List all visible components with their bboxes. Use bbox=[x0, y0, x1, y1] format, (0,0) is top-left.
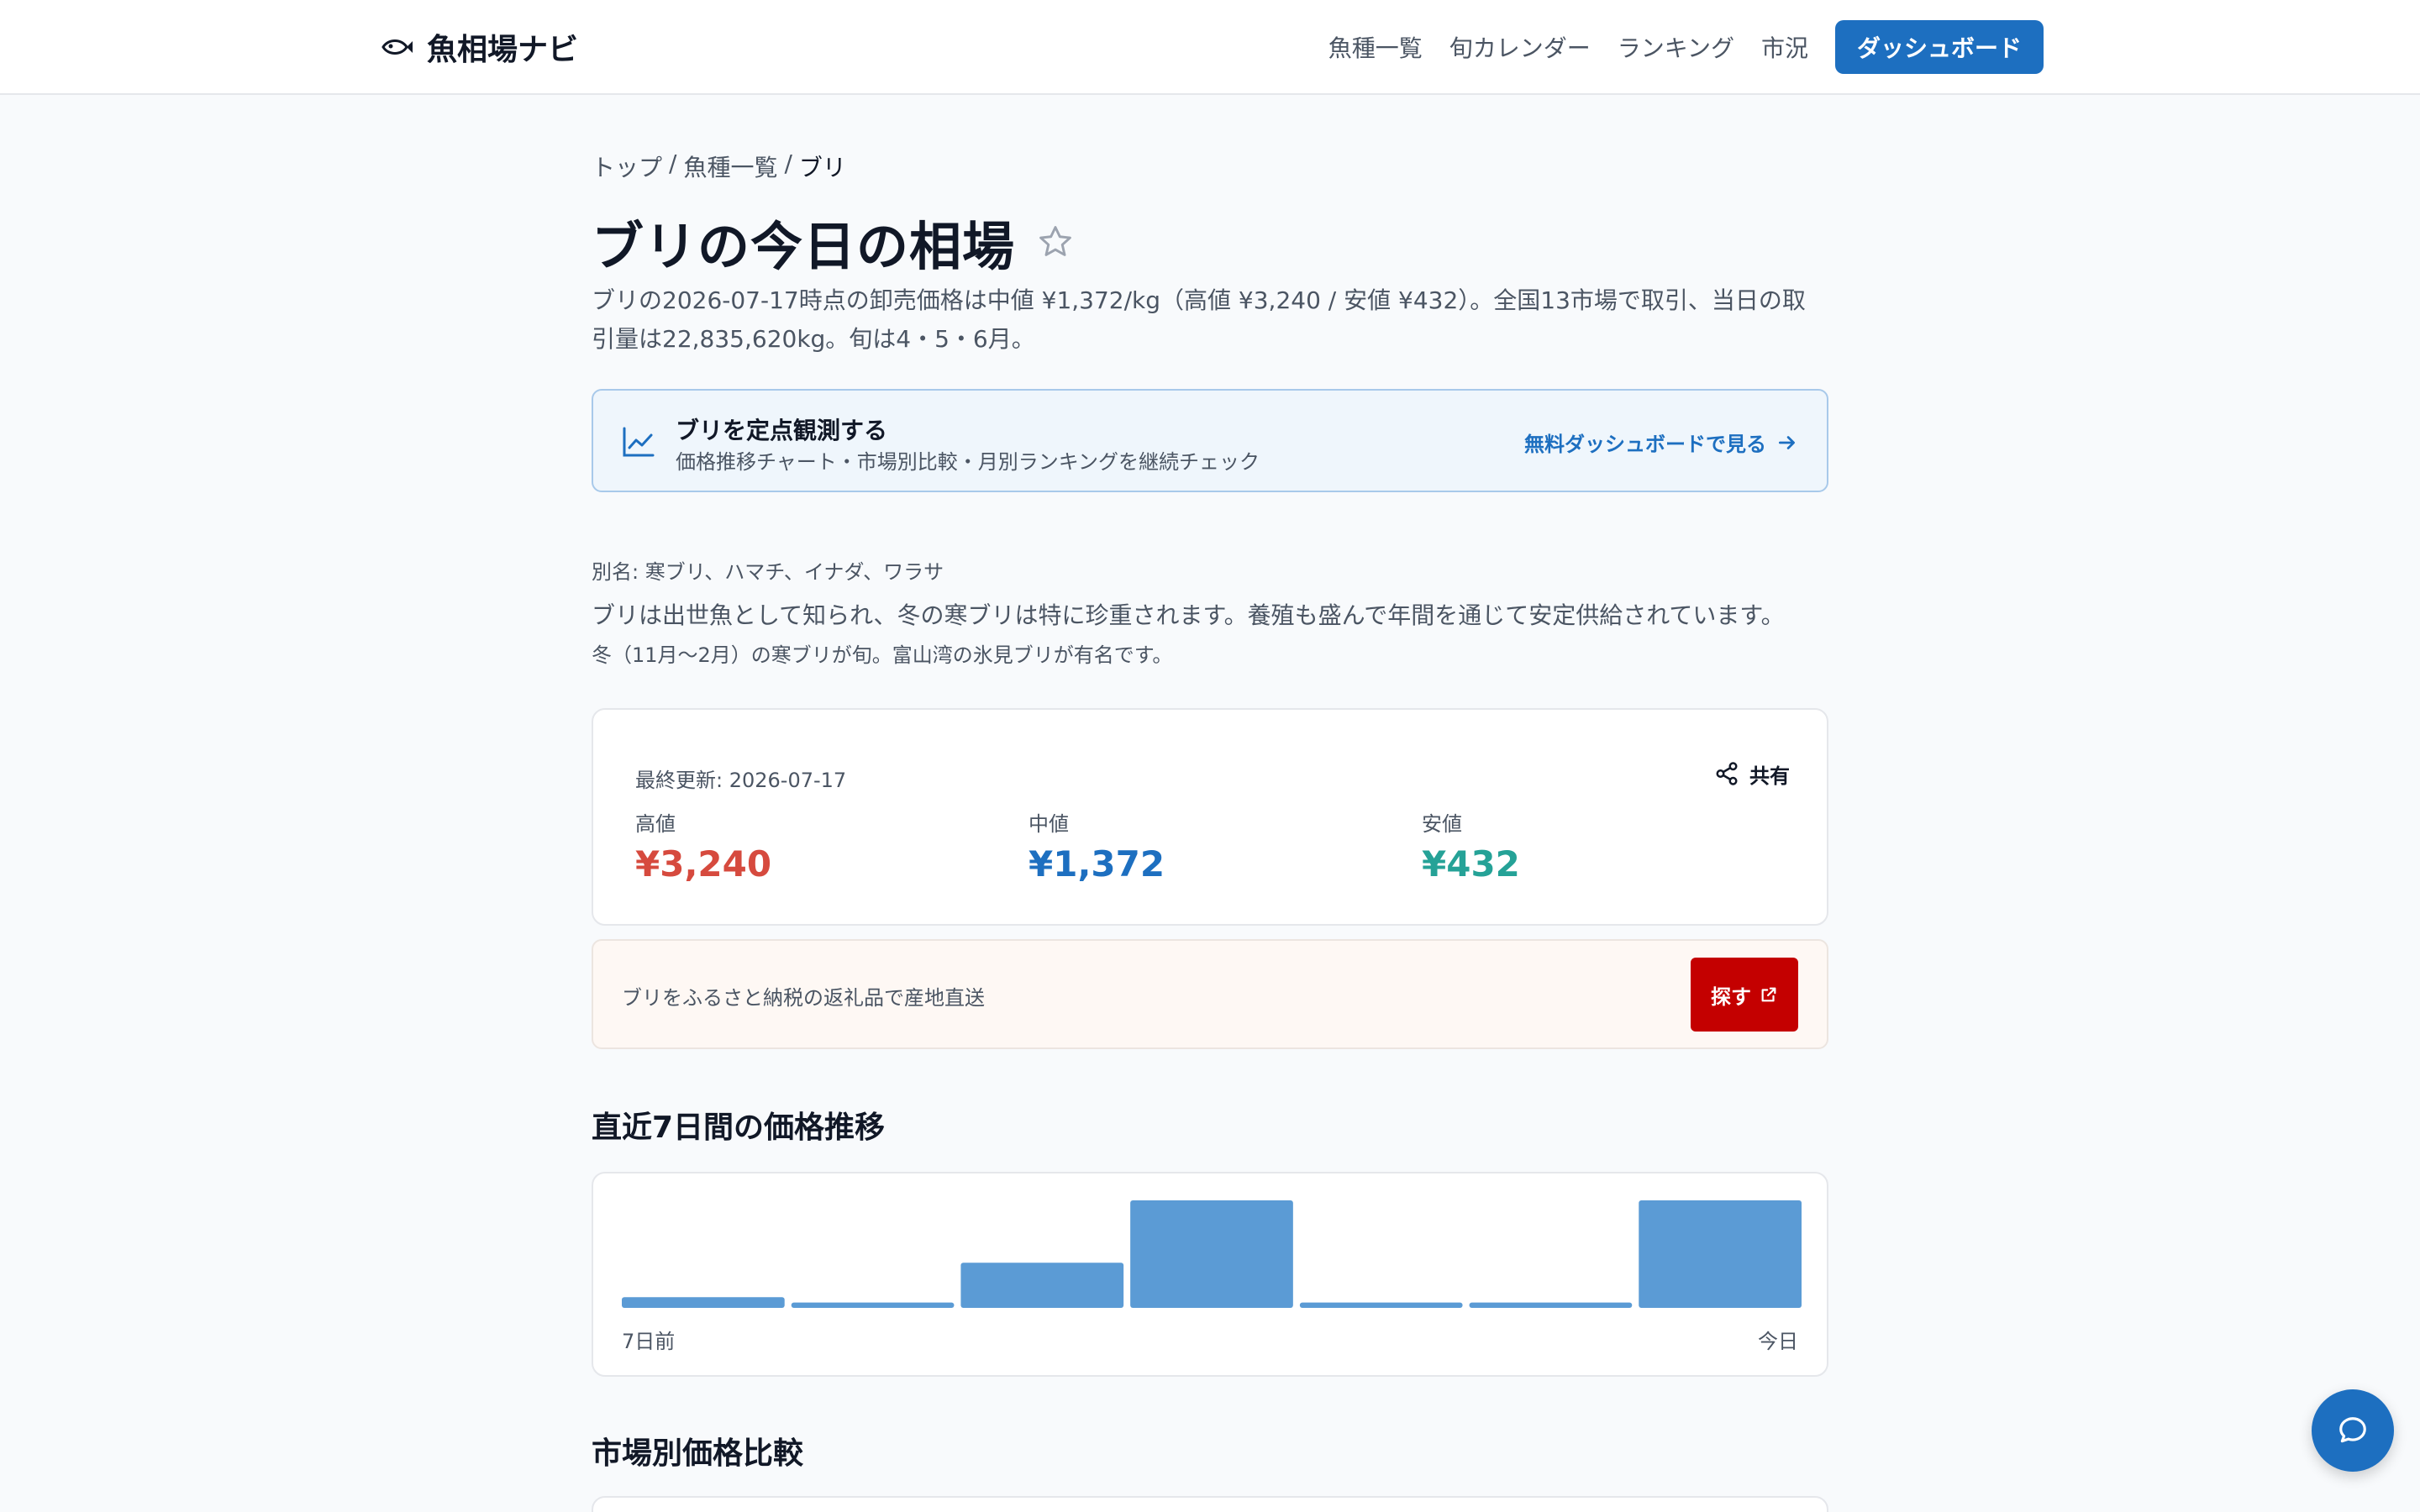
arrow-right-icon bbox=[1778, 435, 1795, 449]
chart-bar bbox=[960, 1263, 1124, 1308]
chart-bar bbox=[1639, 1200, 1802, 1308]
price-mid: 中値 ¥1,372 bbox=[1028, 807, 1165, 885]
star-icon[interactable] bbox=[1037, 223, 1074, 260]
nav-fish-list[interactable]: 魚種一覧 bbox=[1328, 30, 1423, 64]
nav-season-calendar[interactable]: 旬カレンダー bbox=[1449, 30, 1591, 64]
nav-ranking[interactable]: ランキング bbox=[1618, 30, 1734, 64]
furusato-banner: ブリをふるさと納税の返礼品で産地直送 探す bbox=[592, 939, 1828, 1049]
main-nav: 魚種一覧 旬カレンダー ランキング 市況 ダッシュボード bbox=[1328, 20, 2044, 74]
season-note: 冬（11月〜2月）の寒ブリが旬。富山湾の氷見ブリが有名です。 bbox=[592, 643, 1173, 667]
chart-bar bbox=[1299, 1302, 1463, 1308]
furusato-search-button[interactable]: 探す bbox=[1691, 958, 1798, 1032]
furusato-text: ブリをふるさと納税の返礼品で産地直送 bbox=[622, 986, 985, 1010]
nav-market[interactable]: 市況 bbox=[1761, 30, 1808, 64]
brand-name: 魚相場ナビ bbox=[427, 33, 579, 67]
brand-logo[interactable]: 魚相場ナビ bbox=[381, 24, 578, 71]
share-button[interactable]: 共有 bbox=[1714, 757, 1790, 790]
chart-bar bbox=[622, 1297, 785, 1308]
breadcrumb-fish-list[interactable]: 魚種一覧 bbox=[683, 150, 777, 183]
price-low-label: 安値 bbox=[1422, 812, 1462, 836]
price-mid-value: ¥1,372 bbox=[1028, 843, 1165, 885]
dashboard-button[interactable]: ダッシュボード bbox=[1834, 20, 2044, 74]
top-nav-bar: 魚相場ナビ 魚種一覧 旬カレンダー ランキング 市況 ダッシュボード bbox=[0, 0, 2420, 95]
line-chart-icon bbox=[623, 427, 655, 457]
breadcrumb-separator: / bbox=[784, 150, 792, 177]
share-label: 共有 bbox=[1749, 764, 1790, 788]
fish-aliases: 別名: 寒ブリ、ハマチ、イナダ、ワラサ bbox=[592, 560, 944, 584]
dashboard-promo-banner[interactable]: ブリを定点観測する 価格推移チャート・市場別比較・月別ランキングを継続チェック … bbox=[592, 389, 1828, 492]
price-trend-chart: 7日前 今日 bbox=[592, 1172, 1828, 1377]
page-title: ブリの今日の相場 bbox=[592, 216, 1016, 277]
chat-button[interactable] bbox=[2312, 1389, 2394, 1472]
chart-bar bbox=[1130, 1200, 1293, 1308]
breadcrumb-current: ブリ bbox=[798, 154, 846, 181]
market-section-title: 市場別価格比較 bbox=[592, 1436, 804, 1471]
furusato-button-label: 探す bbox=[1711, 984, 1751, 1009]
title-row: ブリの今日の相場 bbox=[592, 204, 1074, 280]
breadcrumb: トップ / 魚種一覧 / ブリ bbox=[592, 150, 846, 183]
external-link-icon bbox=[1761, 987, 1776, 1002]
price-card: 最終更新: 2026-07-17 共有 高値 ¥3,240 中値 ¥1,372 … bbox=[592, 708, 1828, 926]
breadcrumb-home[interactable]: トップ bbox=[592, 150, 662, 183]
price-high-label: 高値 bbox=[635, 812, 676, 836]
price-summary: ブリの2026-07-17時点の卸売価格は中値 ¥1,372/kg（高値 ¥3,… bbox=[592, 286, 1806, 353]
x-axis-start-label: 7日前 bbox=[622, 1330, 676, 1353]
fish-description: ブリは出世魚として知られ、冬の寒ブリは特に珍重されます。養殖も盛んで年間を通じて… bbox=[592, 601, 1785, 629]
trend-section-title: 直近7日間の価格推移 bbox=[592, 1110, 886, 1145]
free-dashboard-link[interactable]: 無料ダッシュボードで見る bbox=[1524, 428, 1798, 457]
price-high-value: ¥3,240 bbox=[635, 843, 772, 885]
x-axis-end-label: 今日 bbox=[1758, 1330, 1798, 1353]
fish-icon bbox=[381, 39, 413, 55]
chat-bubble-icon bbox=[2339, 1417, 2366, 1443]
promo-title: ブリを定点観測する bbox=[676, 417, 888, 444]
breadcrumb-separator: / bbox=[669, 150, 677, 177]
free-dashboard-link-label: 無料ダッシュボードで見る bbox=[1524, 433, 1766, 456]
chart-bar bbox=[791, 1302, 955, 1308]
price-low: 安値 ¥432 bbox=[1422, 807, 1520, 885]
last-updated: 最終更新: 2026-07-17 bbox=[635, 769, 847, 792]
chart-plot-area bbox=[622, 1200, 1802, 1308]
price-high: 高値 ¥3,240 bbox=[635, 807, 771, 885]
market-comparison-card bbox=[592, 1496, 1828, 1512]
price-low-value: ¥432 bbox=[1422, 843, 1520, 885]
share-icon bbox=[1716, 762, 1738, 785]
chart-bar bbox=[1469, 1302, 1633, 1308]
price-mid-label: 中値 bbox=[1028, 812, 1069, 836]
promo-subtitle: 価格推移チャート・市場別比較・月別ランキングを継続チェック bbox=[676, 450, 1260, 474]
